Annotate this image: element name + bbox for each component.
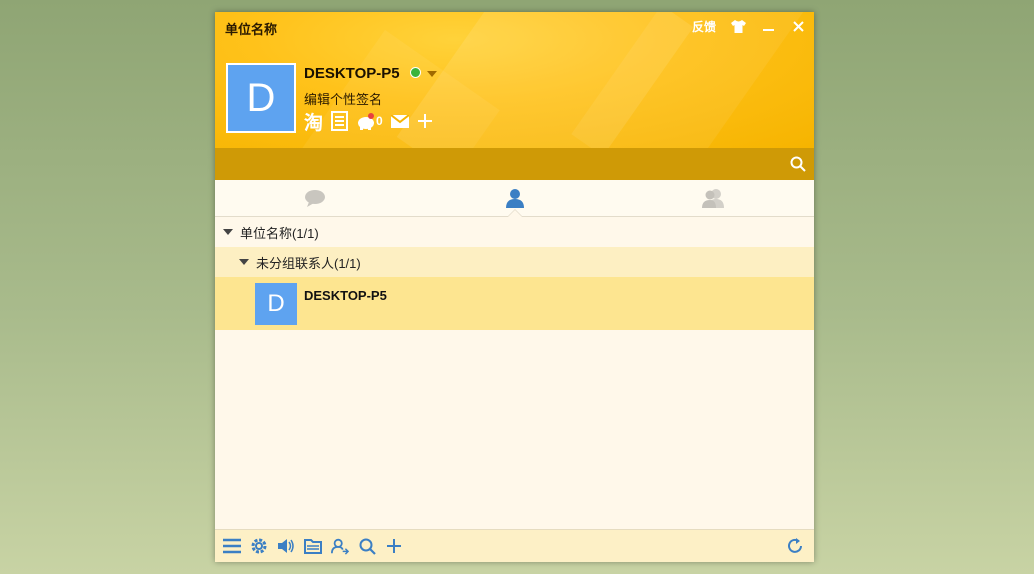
search-bar[interactable] xyxy=(215,148,814,180)
status-dropdown-icon[interactable] xyxy=(427,71,437,77)
search-icon[interactable] xyxy=(790,156,806,172)
speaker-icon[interactable] xyxy=(277,537,295,555)
contact-name: DESKTOP-P5 xyxy=(304,288,387,303)
profile-avatar[interactable]: D xyxy=(226,63,296,133)
list-item[interactable]: D DESKTOP-P5 xyxy=(215,277,814,330)
search-icon[interactable] xyxy=(358,537,376,555)
profile-toolbar: 淘 0 xyxy=(304,110,433,134)
gear-icon[interactable] xyxy=(250,537,268,555)
contact-subgroup-header[interactable]: 未分组联系人(1/1) xyxy=(215,247,814,277)
title-controls: 反馈 xyxy=(692,18,806,35)
main-menu-icon[interactable] xyxy=(223,537,241,555)
pet-icon[interactable] xyxy=(356,110,376,132)
file-folder-icon[interactable] xyxy=(304,537,322,555)
close-icon[interactable] xyxy=(790,19,806,35)
profile-header: 单位名称 反馈 D DESKTOP-P5 编辑个性签名 淘 0 xyxy=(215,12,814,148)
group-icon xyxy=(702,189,725,208)
pet-count: 0 xyxy=(376,114,383,128)
main-window: 单位名称 反馈 D DESKTOP-P5 编辑个性签名 淘 0 单位名称(1/1… xyxy=(215,12,814,562)
avatar: D xyxy=(255,283,297,325)
add-icon[interactable] xyxy=(385,537,403,555)
feedback-link[interactable]: 反馈 xyxy=(692,18,716,35)
skin-shirt-icon[interactable] xyxy=(730,19,746,35)
refresh-icon[interactable] xyxy=(786,537,804,555)
tab-groups[interactable] xyxy=(614,180,814,216)
person-icon xyxy=(505,189,524,208)
chat-bubble-icon xyxy=(304,190,325,207)
mail-icon[interactable] xyxy=(390,110,409,132)
tab-contacts[interactable] xyxy=(415,180,615,217)
bottom-toolbar xyxy=(215,529,814,562)
expand-arrow-icon xyxy=(239,259,249,265)
window-title: 单位名称 xyxy=(225,22,278,37)
add-app-icon[interactable] xyxy=(417,110,433,132)
minimize-icon[interactable] xyxy=(760,19,776,35)
tab-messages[interactable] xyxy=(215,180,415,216)
transfer-contact-icon[interactable] xyxy=(331,537,349,555)
contact-group-header[interactable]: 单位名称(1/1) xyxy=(215,217,814,247)
signature-edit[interactable]: 编辑个性签名 xyxy=(304,89,382,108)
subgroup-label: 未分组联系人(1/1) xyxy=(256,255,361,271)
expand-arrow-icon xyxy=(223,229,233,235)
group-label: 单位名称(1/1) xyxy=(240,225,319,241)
profile-name: DESKTOP-P5 xyxy=(304,65,400,82)
online-status-icon xyxy=(410,67,421,78)
taobao-icon[interactable]: 淘 xyxy=(304,110,323,134)
notes-icon[interactable] xyxy=(331,110,349,132)
main-tabs xyxy=(215,180,814,217)
